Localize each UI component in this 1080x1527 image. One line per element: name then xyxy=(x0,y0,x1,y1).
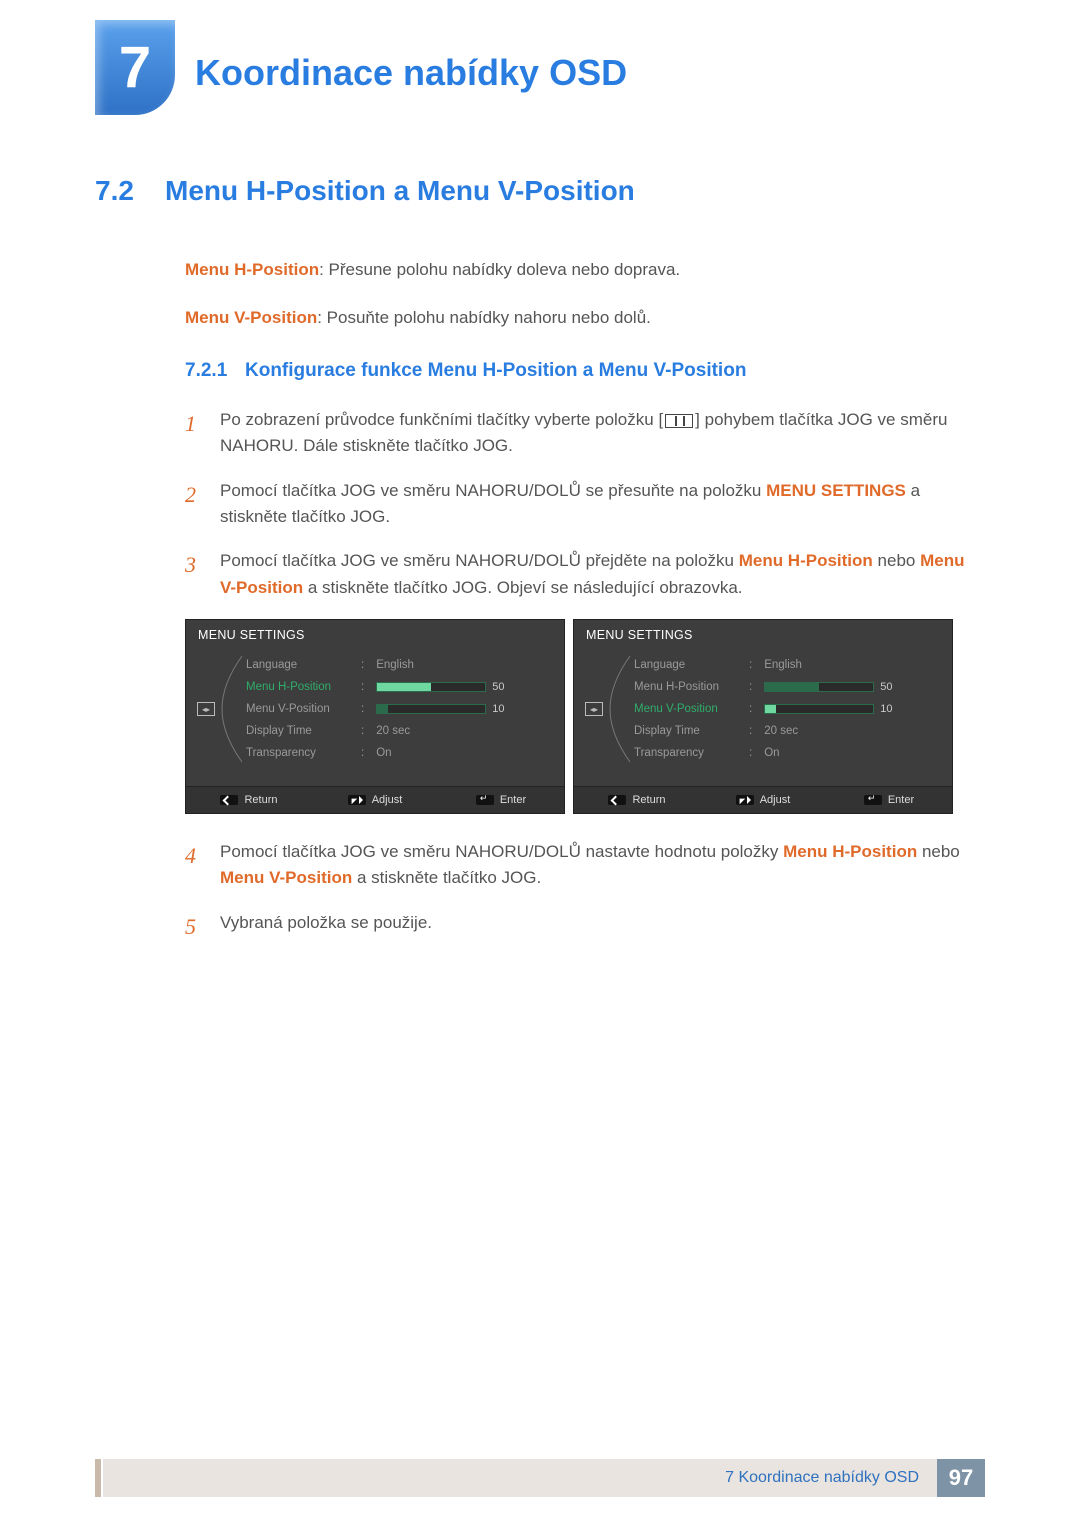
osd-foot-adjust: Adjust xyxy=(372,794,403,806)
osd-title: MENU SETTINGS xyxy=(186,620,564,650)
subsection-heading: 7.2.1Konfigurace funkce Menu H-Position … xyxy=(185,360,985,382)
step-3-or: nebo xyxy=(873,551,920,570)
page-footer: 7 Koordinace nabídky OSD 97 xyxy=(95,1459,985,1497)
step-number: 4 xyxy=(185,839,205,892)
osd-screenshots: MENU SETTINGS ◂▸ Language Menu H-Positio… xyxy=(185,619,985,814)
osd-row-v-position: Menu V-Position xyxy=(246,698,361,720)
osd-val-display-time: 20 sec xyxy=(764,725,798,737)
subsection-number: 7.2.1 xyxy=(185,360,245,382)
osd-row-language: Language xyxy=(246,654,361,676)
osd-footer: Return Adjust Enter xyxy=(186,786,564,813)
osd-side-icon: ◂▸ xyxy=(192,654,220,764)
osd-row-v-position: Menu V-Position xyxy=(634,698,749,720)
step-4-v: Menu V-Position xyxy=(220,868,352,887)
section-heading: 7.2Menu H-Position a Menu V-Position xyxy=(95,175,985,207)
osd-title: MENU SETTINGS xyxy=(574,620,952,650)
osd-curve-decoration xyxy=(220,654,246,764)
osd-panel-v: MENU SETTINGS ◂▸ Language Menu H-Positio… xyxy=(573,619,953,814)
intro-h-label: Menu H-Position xyxy=(185,260,319,279)
osd-panel-h: MENU SETTINGS ◂▸ Language Menu H-Positio… xyxy=(185,619,565,814)
osd-slider-h xyxy=(376,682,486,692)
osd-footer: Return Adjust Enter xyxy=(574,786,952,813)
osd-val-language: English xyxy=(376,659,414,671)
step-2: 2 Pomocí tlačítka JOG ve směru NAHORU/DO… xyxy=(185,478,985,531)
chapter-header: 7 Koordinace nabídky OSD xyxy=(95,30,985,115)
step-3-text-a: Pomocí tlačítka JOG ve směru NAHORU/DOLŮ… xyxy=(220,551,739,570)
osd-row-display-time: Display Time xyxy=(246,720,361,742)
enter-icon xyxy=(864,795,882,805)
osd-val-v: 10 xyxy=(880,703,892,715)
step-5-text: Vybraná položka se použije. xyxy=(220,910,985,944)
osd-val-v: 10 xyxy=(492,703,504,715)
step-4-h: Menu H-Position xyxy=(783,842,917,861)
osd-val-display-time: 20 sec xyxy=(376,725,410,737)
intro-v-label: Menu V-Position xyxy=(185,308,317,327)
steps-list: 1 Po zobrazení průvodce funkčními tlačít… xyxy=(185,407,985,601)
osd-val-language: English xyxy=(764,659,802,671)
osd-foot-adjust: Adjust xyxy=(760,794,791,806)
osd-slider-h xyxy=(764,682,874,692)
return-icon xyxy=(608,795,626,805)
intro-h-text: : Přesune polohu nabídky doleva nebo dop… xyxy=(319,260,680,279)
osd-slider-v xyxy=(764,704,874,714)
osd-foot-enter: Enter xyxy=(500,794,526,806)
step-3: 3 Pomocí tlačítka JOG ve směru NAHORU/DO… xyxy=(185,548,985,601)
step-number: 3 xyxy=(185,548,205,601)
step-2-menu-settings: MENU SETTINGS xyxy=(766,481,906,500)
intro-h-position: Menu H-Position: Přesune polohu nabídky … xyxy=(185,257,985,283)
osd-row-display-time: Display Time xyxy=(634,720,749,742)
osd-val-h: 50 xyxy=(880,681,892,693)
step-3-text-b: a stiskněte tlačítko JOG. Objeví se násl… xyxy=(303,578,742,597)
intro-v-text: : Posuňte polohu nabídky nahoru nebo dol… xyxy=(317,308,651,327)
step-3-h: Menu H-Position xyxy=(739,551,873,570)
step-4-or: nebo xyxy=(917,842,960,861)
step-number: 5 xyxy=(185,910,205,944)
step-1: 1 Po zobrazení průvodce funkčními tlačít… xyxy=(185,407,985,460)
section-number: 7.2 xyxy=(95,175,165,207)
enter-icon xyxy=(476,795,494,805)
step-2-text-a: Pomocí tlačítka JOG ve směru NAHORU/DOLŮ… xyxy=(220,481,766,500)
osd-val-transparency: On xyxy=(764,747,779,759)
footer-text: 7 Koordinace nabídky OSD xyxy=(725,1469,919,1487)
osd-foot-return: Return xyxy=(632,794,665,806)
osd-row-h-position: Menu H-Position xyxy=(246,676,361,698)
step-4: 4 Pomocí tlačítka JOG ve směru NAHORU/DO… xyxy=(185,839,985,892)
step-number: 1 xyxy=(185,407,205,460)
adjust-icon xyxy=(348,795,366,805)
menu-icon xyxy=(665,414,693,428)
osd-row-h-position: Menu H-Position xyxy=(634,676,749,698)
step-4-text-b: a stiskněte tlačítko JOG. xyxy=(352,868,541,887)
section-title: Menu H-Position a Menu V-Position xyxy=(165,175,635,206)
osd-curve-decoration xyxy=(608,654,634,764)
step-5: 5 Vybraná položka se použije. xyxy=(185,910,985,944)
osd-side-icon: ◂▸ xyxy=(580,654,608,764)
osd-foot-enter: Enter xyxy=(888,794,914,806)
return-icon xyxy=(220,795,238,805)
step-1-text-a: Po zobrazení průvodce funkčními tlačítky… xyxy=(220,410,663,429)
adjust-icon xyxy=(736,795,754,805)
subsection-title: Konfigurace funkce Menu H-Position a Men… xyxy=(245,360,746,381)
osd-slider-v xyxy=(376,704,486,714)
chapter-title: Koordinace nabídky OSD xyxy=(195,52,627,94)
footer-accent xyxy=(95,1459,101,1497)
osd-val-transparency: On xyxy=(376,747,391,759)
osd-foot-return: Return xyxy=(244,794,277,806)
steps-list-continued: 4 Pomocí tlačítka JOG ve směru NAHORU/DO… xyxy=(185,839,985,944)
page-number: 97 xyxy=(937,1459,985,1497)
osd-row-transparency: Transparency xyxy=(246,742,361,764)
chapter-number-badge: 7 xyxy=(95,20,175,115)
intro-v-position: Menu V-Position: Posuňte polohu nabídky … xyxy=(185,305,985,331)
step-number: 2 xyxy=(185,478,205,531)
osd-val-h: 50 xyxy=(492,681,504,693)
osd-row-transparency: Transparency xyxy=(634,742,749,764)
osd-row-language: Language xyxy=(634,654,749,676)
step-4-text-a: Pomocí tlačítka JOG ve směru NAHORU/DOLŮ… xyxy=(220,842,783,861)
